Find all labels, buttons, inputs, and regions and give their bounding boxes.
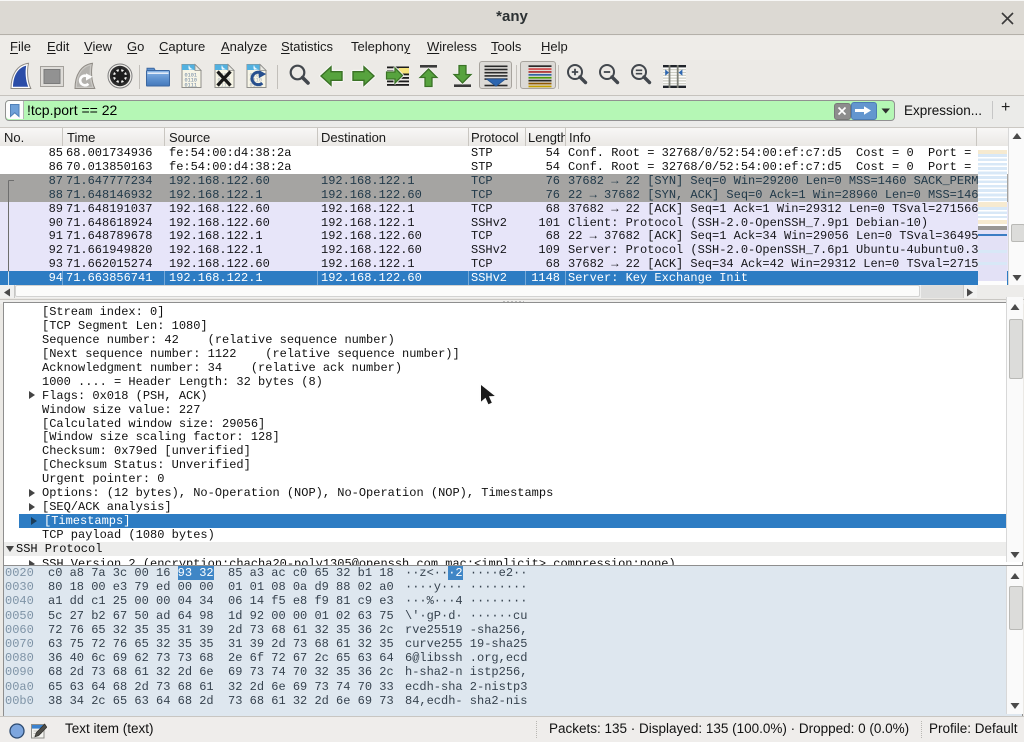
svg-text:0111: 0111	[185, 83, 197, 89]
